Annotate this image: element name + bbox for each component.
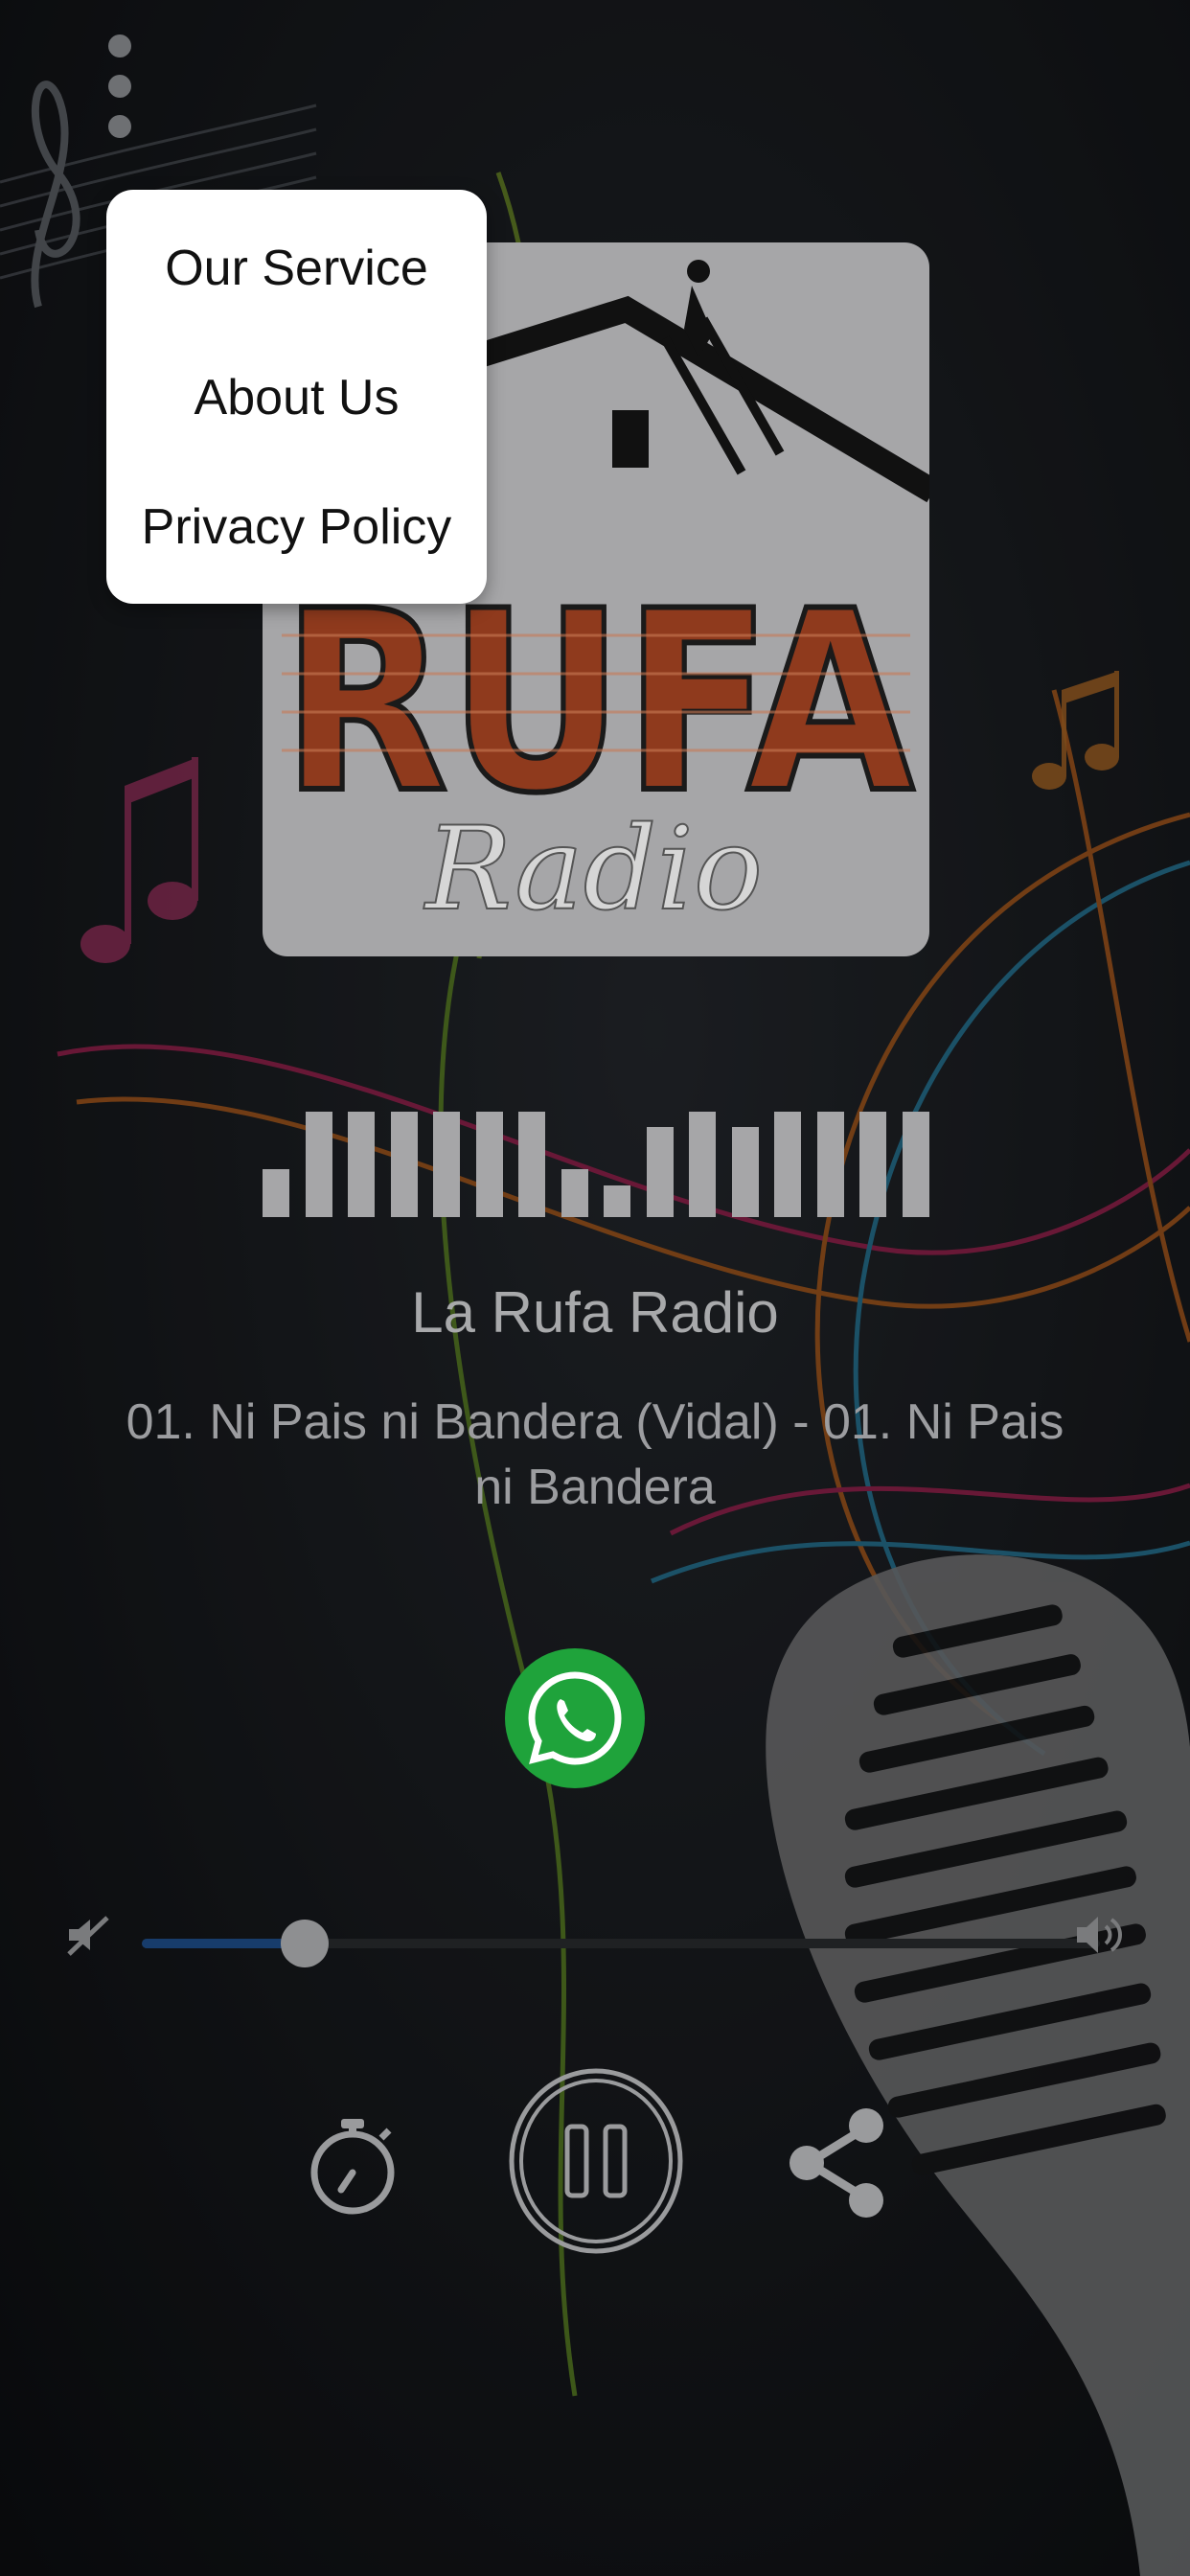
station-name: La Rufa Radio [411,1280,779,1345]
visualizer-bar [263,1169,289,1217]
menu-item-our-service[interactable]: Our Service [106,216,487,321]
visualizer-bar [774,1112,802,1217]
visualizer-bar [731,1127,759,1217]
menu-item-about-us[interactable]: About Us [106,345,487,450]
visualizer-bar [348,1112,376,1217]
pause-icon [564,2124,628,2198]
menu-item-privacy-policy[interactable]: Privacy Policy [106,474,487,580]
visualizer-bar [646,1127,674,1217]
visualizer-bar [604,1185,631,1217]
logo-radio-text: Radio [423,803,763,936]
visualizer-bar [433,1112,461,1217]
stopwatch-icon[interactable] [305,2113,400,2219]
visualizer-bar [518,1112,546,1217]
overflow-menu: Our Service About Us Privacy Policy [106,190,487,604]
visualizer-bar [903,1112,929,1217]
volume-up-icon[interactable] [1073,1909,1129,1961]
visualizer-bar [859,1112,887,1217]
visualizer-bar [561,1169,588,1217]
volume-slider[interactable] [142,1917,1100,1970]
more-vertical-icon[interactable] [96,29,144,144]
whatsapp-icon[interactable] [503,1646,647,1790]
visualizer-bar [475,1112,503,1217]
audio-visualizer [263,1112,929,1217]
pause-button[interactable] [508,2067,684,2255]
visualizer-bar [305,1112,332,1217]
visualizer-bar [816,1112,844,1217]
share-icon[interactable] [786,2106,889,2220]
visualizer-bar [390,1112,418,1217]
volume-mute-icon[interactable] [65,1912,111,1958]
now-playing-title: 01. Ni Pais ni Bandera (Vidal) - 01. Ni … [126,1394,1064,1515]
visualizer-bar [689,1112,717,1217]
volume-slider-thumb[interactable] [281,1920,329,1967]
